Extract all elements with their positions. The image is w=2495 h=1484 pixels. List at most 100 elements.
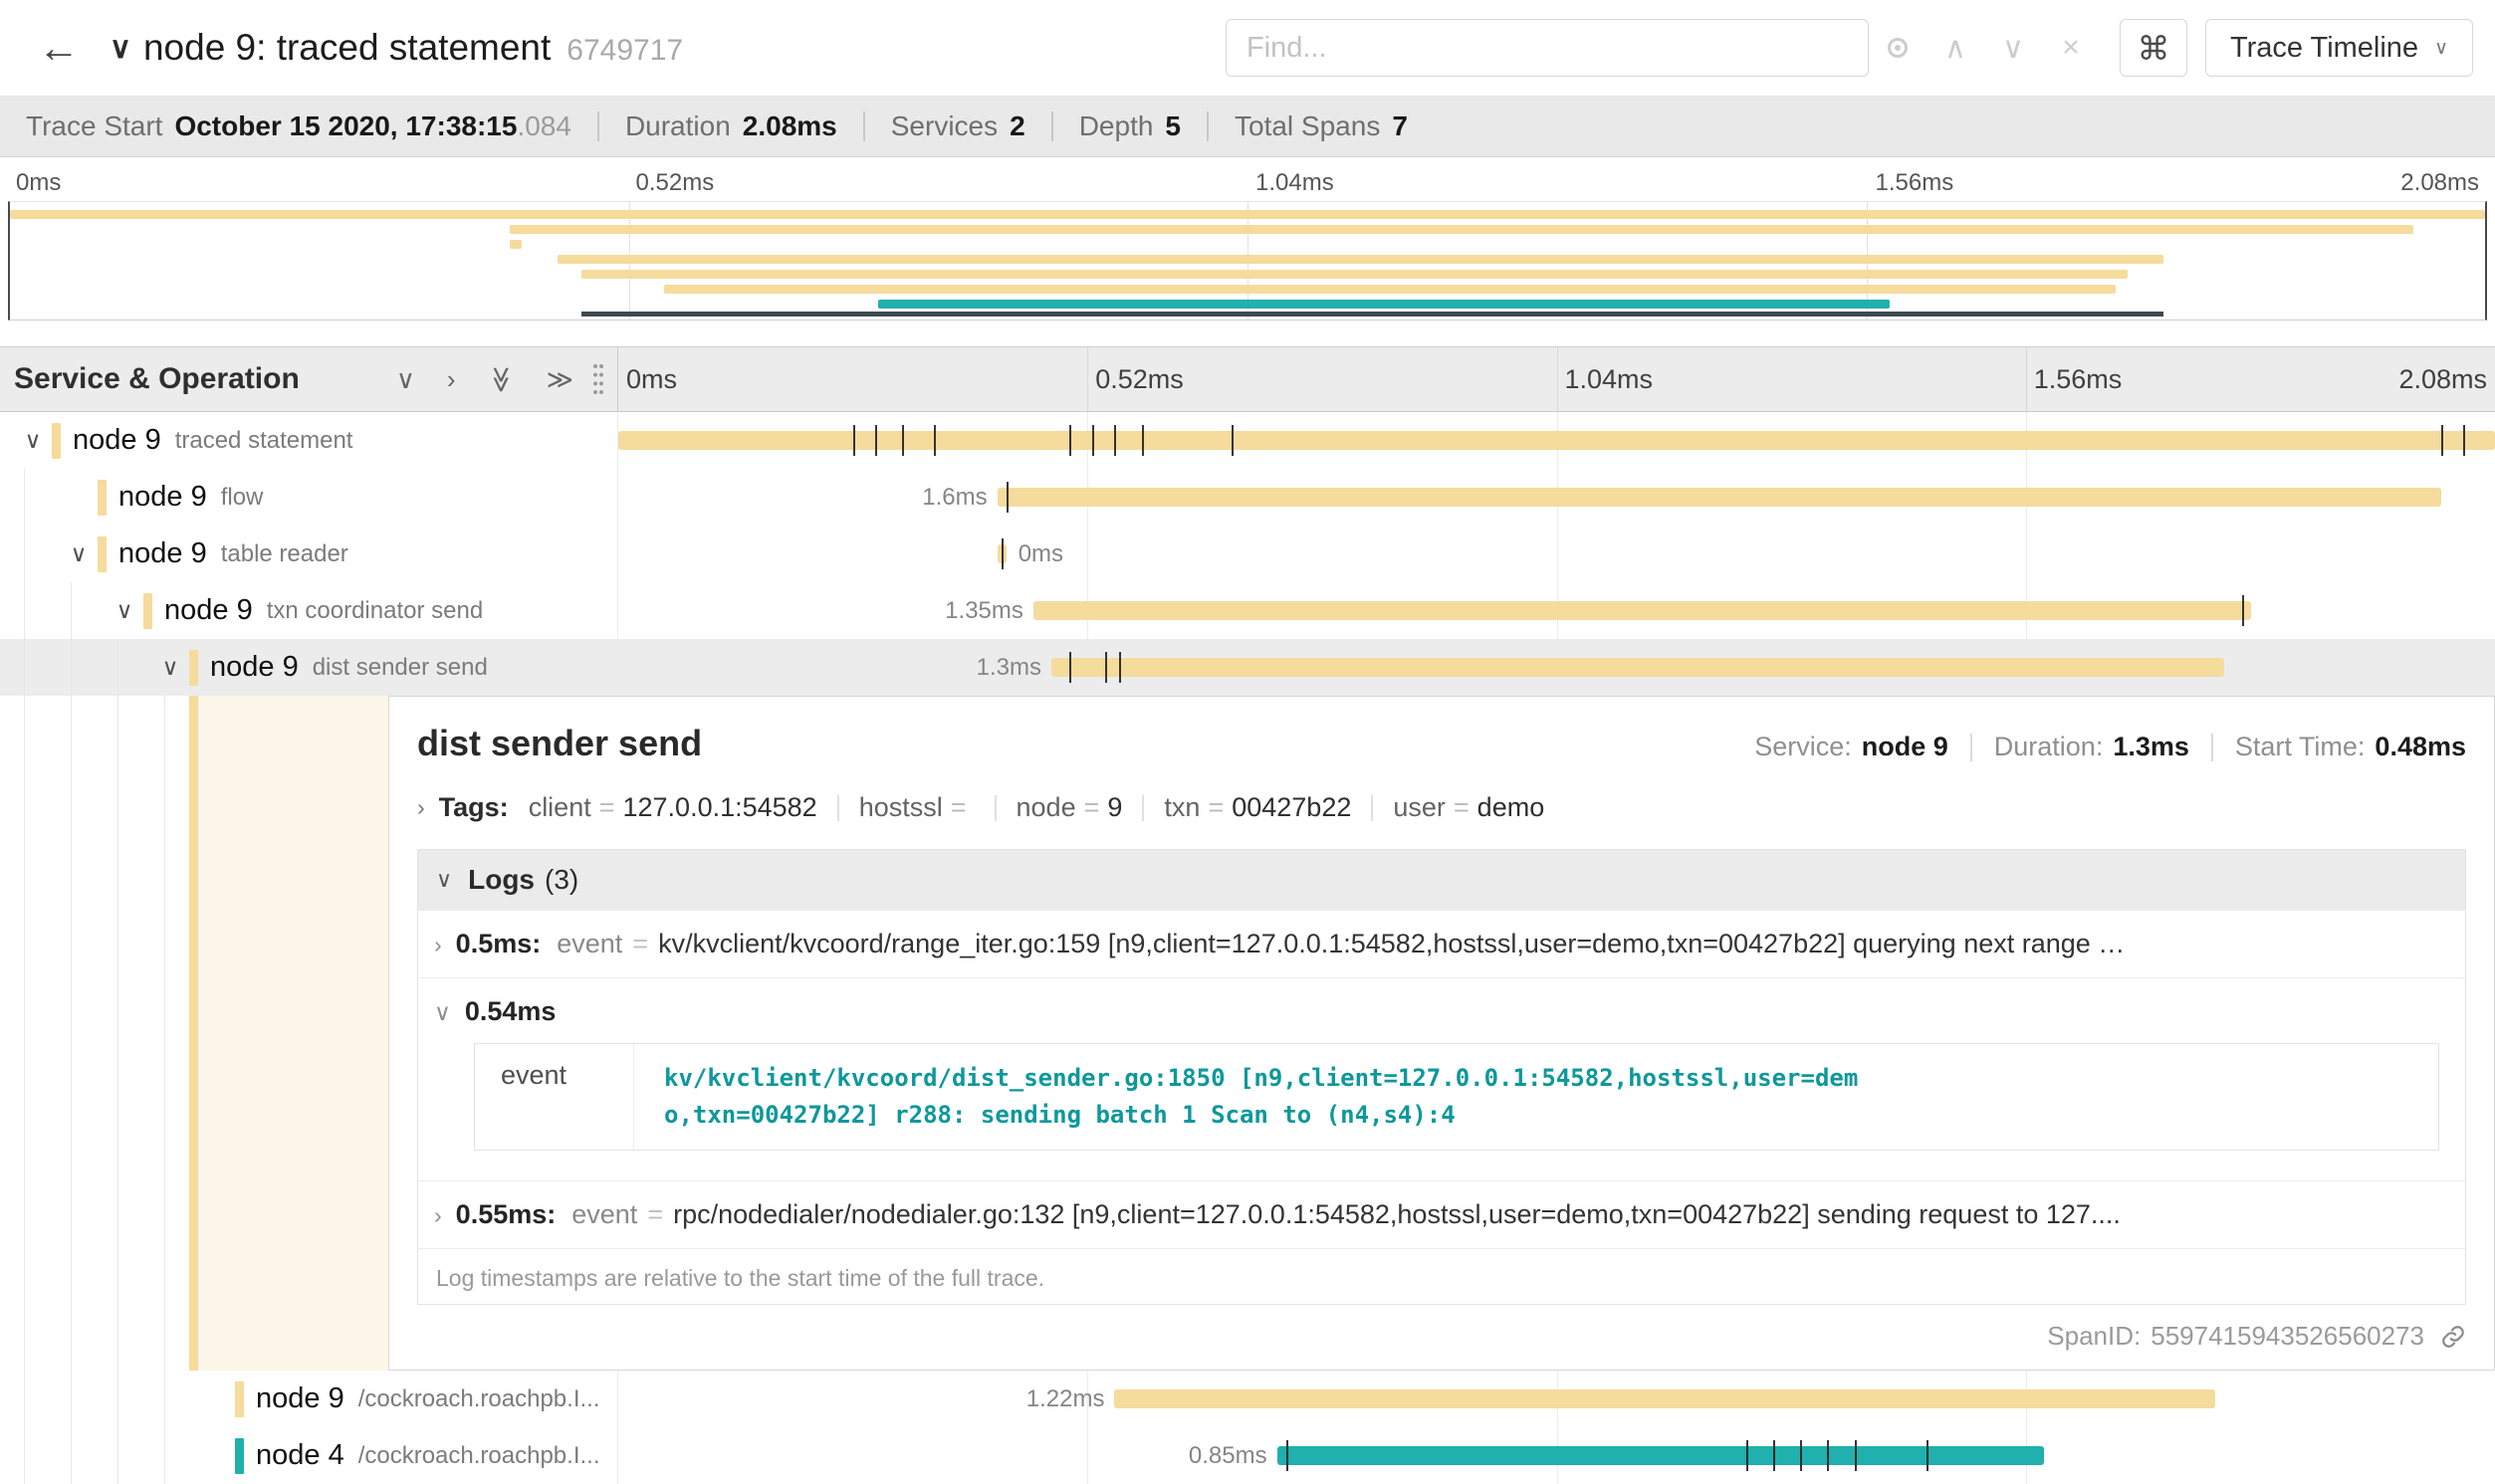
summary-label: Duration [625,110,731,142]
find-input[interactable] [1226,19,1869,77]
span-expander-icon[interactable]: ∨ [151,654,189,681]
logs-count: (3) [545,864,578,896]
logs-section: ∨ Logs (3) ›0.5ms:event=kv/kvclient/kvco… [417,849,2466,1305]
span-name-column[interactable]: node 9flow [0,469,617,526]
span-expander-icon[interactable]: ∨ [106,597,143,624]
tag-item[interactable]: client=127.0.0.1:54582 [529,792,817,823]
tag-item[interactable]: txn=00427b22 [1164,792,1351,823]
trace-header-collapse-icon[interactable]: ∨ [110,31,131,66]
minimap-canvas[interactable] [8,201,2487,320]
span-duration-bar[interactable] [1114,1389,2215,1408]
focus-match-button[interactable] [1869,19,1927,77]
span-row[interactable]: ∨node 9traced statement [0,412,2495,469]
indent-guide [24,696,25,1371]
tag-item[interactable]: hostssl= [859,792,975,823]
keyboard-shortcuts-button[interactable]: ⌘ [2120,19,2187,77]
log-marker [853,425,855,456]
span-detail-title-row: dist sender send Service:node 9Duration:… [417,723,2466,764]
time-tick-label: 0.52ms [1095,364,1184,395]
tag-item[interactable]: user=demo [1393,792,1544,823]
logs-title: Logs [468,864,535,896]
summary-separator [1207,111,1209,141]
log-marker [1746,1440,1748,1471]
deep-link-icon[interactable] [2440,1324,2466,1350]
span-duration-bar[interactable] [618,431,2495,450]
tag-key: user [1393,792,1446,823]
span-name-column[interactable]: ∨node 9table reader [0,526,617,582]
command-icon: ⌘ [2137,30,2169,67]
log-marker [1286,1440,1288,1471]
log-marker [1069,425,1071,456]
span-row[interactable]: ∨node 9txn coordinator send1.35ms [0,582,2495,639]
log-entry-header[interactable]: ∨0.54ms [434,996,2449,1027]
minimap-span-bar [664,285,2116,294]
expand-all-icon[interactable]: ≫ [547,364,573,395]
next-result-button[interactable]: ∨ [1984,19,2042,77]
span-name-column[interactable]: ∨node 9dist sender send [0,639,617,696]
chevron-down-icon: ∨ [436,867,452,893]
log-marker [1800,1440,1802,1471]
span-timeline-cell[interactable]: 1.35ms [617,582,2495,639]
span-duration-bar[interactable] [998,488,2441,507]
span-id-value: 5597415943526560273 [2151,1321,2424,1352]
span-name-column[interactable]: node 4/cockroach.roachpb.I... [0,1427,617,1484]
log-field-value: kv/kvclient/kvcoord/dist_sender.go:1850 … [634,1044,1899,1150]
chevron-right-icon: › [434,932,442,958]
span-row[interactable]: node 9flow1.6ms [0,469,2495,526]
span-duration-bar[interactable] [1051,658,2224,677]
span-operation-name: traced statement [175,427,359,455]
minimap-span-bar [10,210,2485,219]
log-entry-expanded[interactable]: ∨0.54mseventkv/kvclient/kvcoord/dist_sen… [418,977,2465,1180]
minimap-span-bar [878,300,1890,309]
tag-separator [1142,795,1144,821]
summary-value: October 15 2020, 17:38:15 [174,110,517,142]
back-button[interactable]: ← [22,24,96,72]
span-timeline-cell[interactable]: 0ms [617,526,2495,582]
minimap-scrubber[interactable] [581,312,2164,317]
log-entry[interactable]: ›0.55ms:event=rpc/nodedialer/nodedialer.… [418,1180,2465,1248]
span-duration-label: 1.22ms [1026,1385,1105,1413]
collapse-one-icon[interactable]: ∨ [396,364,415,395]
indent-guide [117,639,118,696]
span-name-column[interactable]: node 9/cockroach.roachpb.I... [0,1371,617,1427]
span-name-column[interactable]: ∨node 9traced statement [0,412,617,469]
log-marker [2242,595,2244,626]
summary-value: 7 [1392,110,1408,142]
axis-tick-line [2026,347,2027,411]
trace-view-selector[interactable]: Trace Timeline ∨ [2205,19,2473,77]
span-row[interactable]: ∨node 9dist sender send1.3ms [0,639,2495,696]
collapse-all-icon[interactable]: ≫ [486,365,517,392]
time-tick-label: 1.56ms [1876,169,1954,197]
log-entry[interactable]: ›0.5ms:event=kv/kvclient/kvcoord/range_i… [418,910,2465,977]
span-timeline-cell[interactable] [617,412,2495,469]
span-timeline-cell[interactable]: 1.22ms [617,1371,2495,1427]
span-duration-bar[interactable] [1033,601,2251,620]
expand-one-icon[interactable]: › [447,364,456,395]
log-marker [1142,425,1144,456]
span-color-chip [98,536,107,572]
span-expander-icon[interactable]: ∨ [60,540,98,567]
log-equals: = [632,929,648,959]
span-expander-icon[interactable]: ∨ [14,427,52,454]
span-timeline-cell[interactable]: 0.85ms [617,1427,2495,1484]
column-resize-handle[interactable] [593,364,603,394]
tags-row[interactable]: › Tags: client=127.0.0.1:54582hostssl=no… [417,792,2466,823]
logs-header[interactable]: ∨ Logs (3) [418,850,2465,910]
span-name-column[interactable]: ∨node 9txn coordinator send [0,582,617,639]
log-marker [1855,1440,1857,1471]
span-row[interactable]: node 4/cockroach.roachpb.I...0.85ms [0,1427,2495,1484]
prev-result-button[interactable]: ∧ [1927,19,1984,77]
trace-id: 6749717 [567,34,683,68]
clear-find-button[interactable]: × [2042,19,2100,77]
time-tick-label: 1.56ms [2034,364,2123,395]
span-timeline-cell[interactable]: 1.6ms [617,469,2495,526]
span-timeline-cell[interactable]: 1.3ms [617,639,2495,696]
tag-item[interactable]: node=9 [1017,792,1123,823]
indent-guide [24,469,25,526]
span-row[interactable]: node 9/cockroach.roachpb.I... 1.22ms [0,1371,2495,1427]
detail-meta-item: Start Time:0.48ms [2235,732,2466,762]
log-field-key: event [557,929,622,959]
span-duration-bar[interactable] [1277,1446,2044,1465]
span-row[interactable]: ∨node 9table reader0ms [0,526,2495,582]
tag-separator [1371,795,1373,821]
